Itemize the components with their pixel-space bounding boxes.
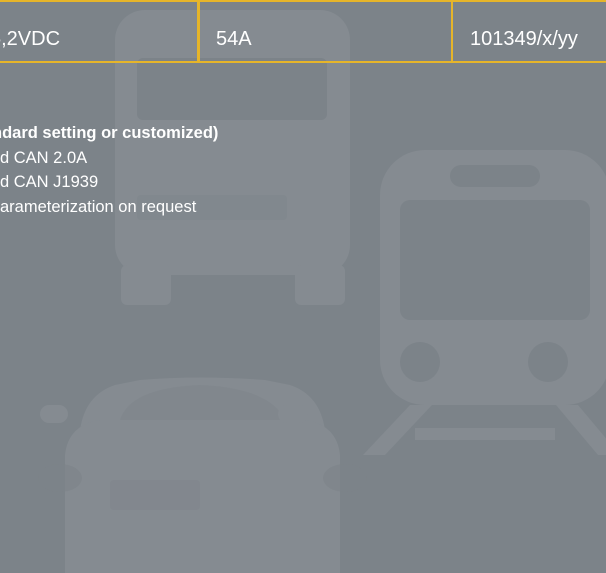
current-value: 54A xyxy=(216,28,252,50)
car-icon xyxy=(38,377,367,573)
train-icon xyxy=(363,150,606,455)
can-options-section: ndard setting or customized) d CAN 2.0A … xyxy=(0,121,218,219)
table-cell-current: 54A xyxy=(198,0,453,63)
list-item: d CAN 2.0A xyxy=(0,148,88,167)
voltage-value: 5,2VDC xyxy=(0,28,61,50)
list-item: d CAN J1939 xyxy=(0,173,99,191)
part-number-value: 101349/x/yy xyxy=(470,28,578,50)
section-heading: ndard setting or customized) xyxy=(0,124,219,142)
datasheet-page: 5,2VDC 54A 101349/x/yy ndard setting or … xyxy=(0,0,606,573)
spec-table: 5,2VDC 54A 101349/x/yy xyxy=(0,0,606,63)
table-cell-voltage: 5,2VDC xyxy=(0,0,199,63)
list-item: arameterization on request xyxy=(0,197,197,216)
vehicle-background xyxy=(38,10,606,573)
table-cell-part-number: 101349/x/yy xyxy=(451,0,606,63)
